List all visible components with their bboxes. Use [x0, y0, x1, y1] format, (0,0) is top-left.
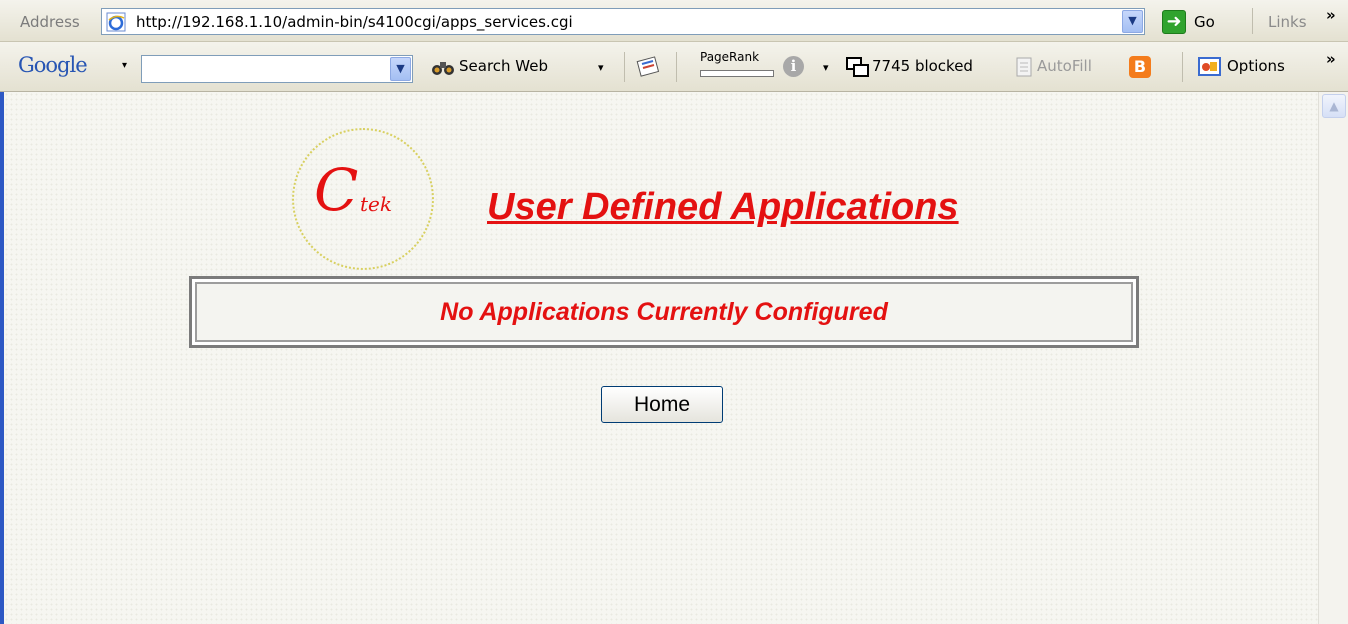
links-chevron-icon[interactable]: »: [1326, 6, 1336, 24]
toolbar-chevron-icon[interactable]: »: [1326, 50, 1336, 68]
address-bar: Address http://192.168.1.10/admin-bin/s4…: [0, 0, 1348, 42]
links-button[interactable]: Links: [1268, 13, 1307, 31]
google-toolbar: Google ▾ ▼ Search Web ▾ PageRank i ▾ 774…: [0, 42, 1348, 92]
pagerank-label: PageRank: [700, 50, 760, 64]
blogger-icon[interactable]: B: [1129, 56, 1151, 78]
go-button[interactable]: ➜ Go: [1162, 9, 1215, 35]
popup-blocker-icon: [846, 57, 869, 77]
options-icon: [1198, 57, 1221, 76]
google-menu-arrow-icon[interactable]: ▾: [122, 60, 127, 71]
google-search-input[interactable]: [146, 57, 386, 81]
popup-blocked-count[interactable]: 7745 blocked: [872, 57, 973, 75]
toolbar-separator: [1182, 52, 1183, 82]
autofill-icon: [1016, 57, 1032, 77]
page-title: User Defined Applications: [487, 186, 959, 228]
toolbar-separator: [624, 52, 625, 82]
logo-suffix: tek: [360, 192, 392, 216]
address-input[interactable]: http://192.168.1.10/admin-bin/s4100cgi/a…: [101, 8, 1145, 35]
search-web-arrow-icon[interactable]: ▾: [598, 61, 604, 74]
links-separator: [1252, 8, 1253, 34]
info-icon[interactable]: i: [783, 56, 804, 77]
search-history-dropdown-icon[interactable]: ▼: [390, 57, 411, 81]
page-background: [4, 92, 1318, 624]
address-label: Address: [20, 13, 80, 31]
home-button[interactable]: Home: [601, 386, 723, 423]
message-panel: No Applications Currently Configured: [189, 276, 1139, 348]
vertical-scrollbar[interactable]: ▲: [1318, 92, 1348, 624]
logo-initial: C: [314, 156, 359, 224]
message-panel-inner: No Applications Currently Configured: [195, 282, 1133, 342]
address-dropdown-icon[interactable]: ▼: [1122, 10, 1143, 33]
ctek-logo: C tek: [292, 128, 434, 270]
status-message: No Applications Currently Configured: [440, 297, 888, 326]
address-url: http://192.168.1.10/admin-bin/s4100cgi/a…: [136, 13, 573, 31]
google-logo[interactable]: Google: [18, 53, 88, 77]
binoculars-icon: [432, 62, 454, 75]
options-button[interactable]: Options: [1227, 57, 1285, 75]
pagerank-bar: [700, 70, 774, 77]
toolbar-separator: [676, 52, 677, 82]
google-search-box[interactable]: ▼: [141, 55, 413, 83]
autofill-button[interactable]: AutoFill: [1037, 57, 1092, 75]
scroll-up-icon[interactable]: ▲: [1322, 94, 1346, 118]
ie-page-icon: [106, 12, 126, 32]
info-arrow-icon[interactable]: ▾: [823, 61, 829, 74]
news-icon[interactable]: [636, 56, 660, 78]
go-label: Go: [1194, 13, 1215, 31]
go-arrow-icon: ➜: [1162, 10, 1186, 34]
search-web-button[interactable]: Search Web: [459, 57, 548, 75]
